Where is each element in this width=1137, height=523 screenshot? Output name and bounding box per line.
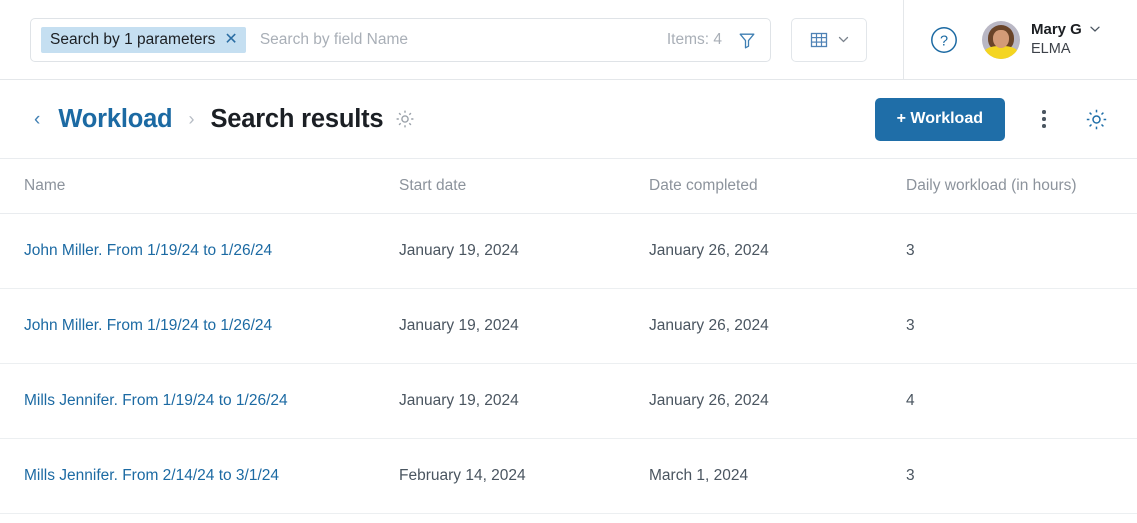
- row-start-date: January 19, 2024: [399, 242, 519, 259]
- row-name-link[interactable]: Mills Jennifer. From 1/19/24 to 1/26/24: [24, 392, 399, 410]
- settings-gear-icon[interactable]: [1079, 102, 1113, 136]
- chevron-left-icon[interactable]: ‹: [34, 110, 40, 129]
- close-icon[interactable]: ✕: [224, 31, 237, 48]
- add-workload-button[interactable]: + Workload: [874, 97, 1005, 141]
- search-zone: Search by 1 parameters ✕ Items: 4: [0, 0, 904, 80]
- row-date-completed: March 1, 2024: [649, 467, 749, 484]
- search-parameter-chip[interactable]: Search by 1 parameters ✕: [41, 26, 246, 53]
- user-organization: ELMA: [1031, 40, 1071, 57]
- row-date-completed: January 26, 2024: [649, 392, 769, 409]
- row-name-link[interactable]: John Miller. From 1/19/24 to 1/26/24: [24, 317, 399, 335]
- column-header-start-date[interactable]: Start date: [399, 177, 649, 195]
- page-title: Search results: [210, 104, 384, 133]
- page-header: ‹ Workload › Search results + Workload: [0, 80, 1137, 159]
- view-mode-button[interactable]: [791, 17, 867, 62]
- row-name-link[interactable]: Mills Jennifer. From 2/14/24 to 3/1/24: [24, 467, 399, 485]
- funnel-icon[interactable]: [736, 29, 758, 51]
- row-daily-workload: 3: [906, 317, 915, 334]
- search-input[interactable]: [259, 30, 667, 49]
- items-count-label: Items: 4: [666, 30, 722, 48]
- row-start-date: January 19, 2024: [399, 392, 519, 409]
- user-zone: ? Mary G ELMA: [904, 0, 1137, 80]
- row-start-date: January 19, 2024: [399, 317, 519, 334]
- svg-text:?: ?: [940, 33, 948, 49]
- table-row[interactable]: John Miller. From 1/19/24 to 1/26/24 Jan…: [0, 289, 1137, 364]
- column-header-name[interactable]: Name: [24, 177, 399, 195]
- column-header-date-completed[interactable]: Date completed: [649, 177, 906, 195]
- avatar[interactable]: [982, 20, 1020, 59]
- top-toolbar: Search by 1 parameters ✕ Items: 4: [0, 0, 1137, 80]
- gear-icon[interactable]: [394, 108, 416, 130]
- question-circle-icon[interactable]: ?: [930, 26, 958, 54]
- row-daily-workload: 3: [906, 242, 915, 259]
- more-vertical-icon[interactable]: [1027, 102, 1061, 136]
- column-header-daily-workload[interactable]: Daily workload (in hours): [906, 177, 1113, 195]
- chevron-down-icon: [1090, 26, 1100, 33]
- breadcrumb-parent-workload[interactable]: Workload: [58, 105, 172, 134]
- row-daily-workload: 3: [906, 467, 915, 484]
- row-name-link[interactable]: John Miller. From 1/19/24 to 1/26/24: [24, 242, 399, 260]
- row-daily-workload: 4: [906, 392, 915, 409]
- results-table: Name Start date Date completed Daily wor…: [0, 159, 1137, 514]
- table-row[interactable]: John Miller. From 1/19/24 to 1/26/24 Jan…: [0, 214, 1137, 289]
- table-row[interactable]: Mills Jennifer. From 1/19/24 to 1/26/24 …: [0, 364, 1137, 439]
- row-date-completed: January 26, 2024: [649, 317, 769, 334]
- breadcrumb-separator: ›: [188, 108, 195, 129]
- table-row[interactable]: Mills Jennifer. From 2/14/24 to 3/1/24 F…: [0, 439, 1137, 514]
- user-info[interactable]: Mary G ELMA: [1031, 20, 1101, 60]
- table-header-row: Name Start date Date completed Daily wor…: [0, 159, 1137, 214]
- row-start-date: February 14, 2024: [399, 467, 526, 484]
- chevron-down-icon: [838, 36, 848, 43]
- user-name: Mary G: [1031, 20, 1082, 38]
- table-grid-icon: [810, 32, 827, 47]
- search-box[interactable]: Search by 1 parameters ✕ Items: 4: [30, 17, 771, 62]
- row-date-completed: January 26, 2024: [649, 242, 769, 259]
- search-parameter-chip-label: Search by 1 parameters: [50, 30, 216, 48]
